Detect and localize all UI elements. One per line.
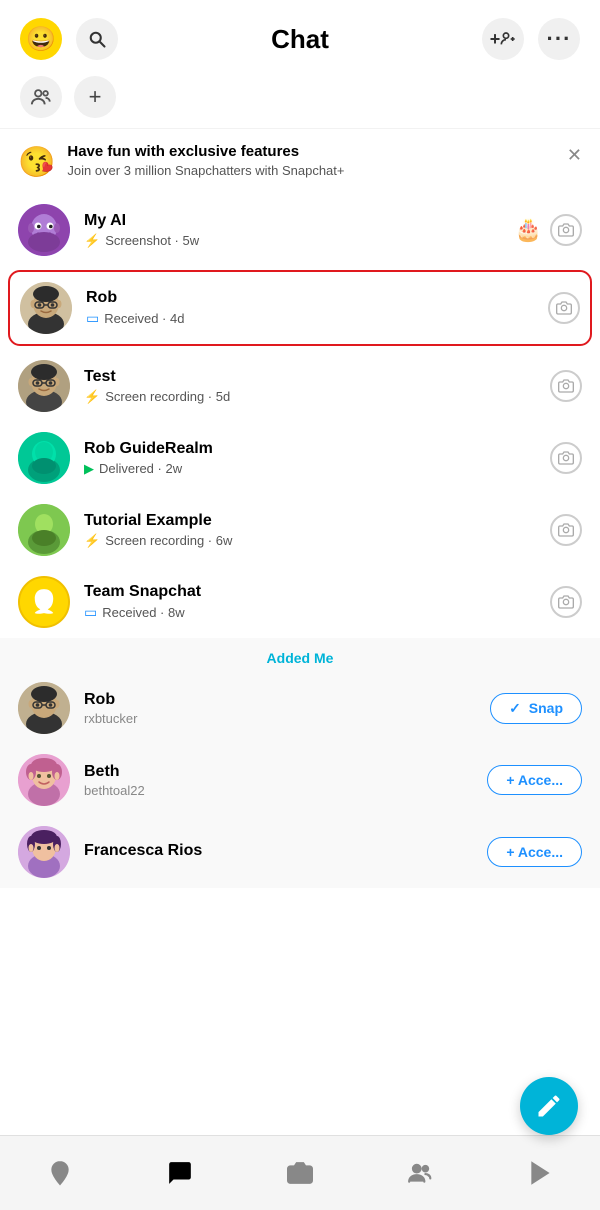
added-me-item-rob[interactable]: Rob rxbtucker ✓ Snap (0, 672, 600, 744)
added-me-user-beth: bethtoal22 (84, 783, 487, 798)
chat-info-rob: Rob ▭ Received · 4d (86, 289, 548, 327)
section-label-added-me: Added Me (0, 638, 600, 672)
bottom-nav (0, 1135, 600, 1210)
chat-list: My AI ⚡ Screenshot · 5w 🎂 (0, 194, 600, 638)
chat-name-test: Test (84, 368, 550, 386)
camera-action-myai[interactable] (550, 214, 582, 246)
avatar-team (18, 576, 70, 628)
camera-action-tutorial[interactable] (550, 514, 582, 546)
chat-status-robguide: ▶ Delivered · 2w (84, 461, 550, 477)
promo-close-button[interactable]: ✕ (567, 145, 582, 166)
avatar-myai (18, 204, 70, 256)
nav-item-camera[interactable] (240, 1136, 360, 1210)
nav-item-stories[interactable] (480, 1136, 600, 1210)
avatar-icon[interactable]: 😀 (20, 18, 62, 60)
camera-action-rob[interactable] (548, 292, 580, 324)
promo-title: Have fun with exclusive features (67, 143, 559, 160)
sub-header: + (0, 70, 600, 128)
new-chat-icon[interactable]: + (74, 76, 116, 118)
chat-name-robguide: Rob GuideRealm (84, 440, 550, 458)
nav-item-chat[interactable] (120, 1136, 240, 1210)
search-icon[interactable] (76, 18, 118, 60)
added-me-name-beth: Beth (84, 763, 487, 781)
chat-item-rob[interactable]: Rob ▭ Received · 4d (8, 270, 592, 346)
promo-banner: 😘 Have fun with exclusive features Join … (0, 128, 600, 194)
added-me-name-francesca: Francesca Rios (84, 842, 487, 860)
chat-info-team: Team Snapchat ▭ Received · 8w (84, 583, 550, 621)
status-icon-team: ▭ (84, 604, 97, 621)
chat-status-myai: ⚡ Screenshot · 5w (84, 233, 515, 249)
status-icon-myai: ⚡ (84, 233, 100, 249)
status-icon-robguide: ▶ (84, 461, 94, 477)
added-me-info-beth: Beth bethtoal22 (84, 763, 487, 798)
avatar-rob (20, 282, 72, 334)
status-icon-tutorial: ⚡ (84, 533, 100, 549)
more-options-icon[interactable]: ··· (538, 18, 580, 60)
camera-action-team[interactable] (550, 586, 582, 618)
nav-item-map[interactable] (0, 1136, 120, 1210)
added-me-info-francesca: Francesca Rios (84, 842, 487, 862)
chat-info-tutorial: Tutorial Example ⚡ Screen recording · 6w (84, 512, 550, 549)
accept-button-francesca[interactable]: + Acce... (487, 837, 582, 867)
added-me-info-rob: Rob rxbtucker (84, 691, 490, 726)
compose-fab[interactable] (520, 1077, 578, 1135)
promo-emoji: 😘 (18, 145, 55, 180)
avatar-tutorial (18, 504, 70, 556)
avatar-rob2 (18, 682, 70, 734)
added-me-item-francesca[interactable]: Francesca Rios + Acce... (0, 816, 600, 888)
chat-name-myai: My AI (84, 212, 515, 230)
status-icon-rob: ▭ (86, 310, 99, 327)
header-left: 😀 (20, 18, 118, 60)
avatar-beth (18, 754, 70, 806)
camera-action-robguide[interactable] (550, 442, 582, 474)
accept-button-beth[interactable]: + Acce... (487, 765, 582, 795)
new-group-icon[interactable] (20, 76, 62, 118)
added-me-item-beth[interactable]: Beth bethtoal22 + Acce... (0, 744, 600, 816)
chat-status-tutorial: ⚡ Screen recording · 6w (84, 533, 550, 549)
nav-item-friends[interactable] (360, 1136, 480, 1210)
chat-status-test: ⚡ Screen recording · 5d (84, 389, 550, 405)
added-me-section: Added Me Rob rxbtucker ✓ Snap (0, 638, 600, 888)
status-icon-test: ⚡ (84, 389, 100, 405)
avatar-francesca (18, 826, 70, 878)
promo-text: Have fun with exclusive features Join ov… (67, 143, 559, 178)
header: 😀 Chat + ··· (0, 0, 600, 70)
page-title: Chat (118, 24, 482, 55)
chat-name-rob: Rob (86, 289, 548, 307)
chat-status-rob: ▭ Received · 4d (86, 310, 548, 327)
chat-item-tutorial[interactable]: Tutorial Example ⚡ Screen recording · 6w (0, 494, 600, 566)
avatar-robguide (18, 432, 70, 484)
avatar-test (18, 360, 70, 412)
camera-action-test[interactable] (550, 370, 582, 402)
added-me-user-rob: rxbtucker (84, 711, 490, 726)
chat-item-myai[interactable]: My AI ⚡ Screenshot · 5w 🎂 (0, 194, 600, 266)
birthday-cake-icon: 🎂 (515, 217, 542, 243)
promo-subtitle: Join over 3 million Snapchatters with Sn… (67, 163, 559, 178)
chat-info-robguide: Rob GuideRealm ▶ Delivered · 2w (84, 440, 550, 477)
chat-info-test: Test ⚡ Screen recording · 5d (84, 368, 550, 405)
chat-item-test[interactable]: Test ⚡ Screen recording · 5d (0, 350, 600, 422)
chat-info-myai: My AI ⚡ Screenshot · 5w (84, 212, 515, 249)
chat-item-robguide[interactable]: Rob GuideRealm ▶ Delivered · 2w (0, 422, 600, 494)
chat-name-team: Team Snapchat (84, 583, 550, 601)
chat-status-team: ▭ Received · 8w (84, 604, 550, 621)
chat-name-tutorial: Tutorial Example (84, 512, 550, 530)
add-friend-icon[interactable]: + (482, 18, 524, 60)
header-right: + ··· (482, 18, 580, 60)
chat-item-team[interactable]: Team Snapchat ▭ Received · 8w (0, 566, 600, 638)
added-me-name-rob: Rob (84, 691, 490, 709)
snap-button-rob[interactable]: ✓ Snap (490, 693, 582, 724)
